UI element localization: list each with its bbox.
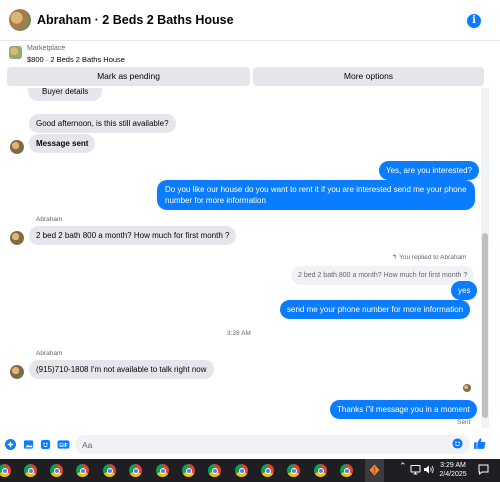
avatar — [10, 365, 24, 379]
chrome-icon[interactable] — [261, 464, 274, 477]
conversation-title[interactable]: Abraham · 2 Beds 2 Baths House — [37, 13, 234, 27]
chrome-icon[interactable] — [340, 464, 353, 477]
message-thread[interactable]: Buyer details Good afternoon, is this st… — [0, 88, 480, 428]
message-incoming: Good afternoon, is this still available? — [29, 114, 176, 133]
app-icon — [369, 464, 380, 476]
chrome-icon[interactable] — [103, 464, 116, 477]
gif-icon[interactable]: GIF — [57, 439, 70, 450]
buyer-details-button[interactable]: Buyer details — [28, 88, 103, 101]
chrome-icon[interactable] — [182, 464, 195, 477]
message-incoming: Message sent — [29, 134, 96, 153]
listing-thumbnail — [9, 46, 22, 59]
thread-scrollbar[interactable] — [481, 88, 489, 428]
chrome-icon[interactable] — [314, 464, 327, 477]
marketplace-listing[interactable]: Marketplace $800 · 2 Beds 2 Baths House — [0, 41, 500, 66]
sender-name: Abraham — [36, 216, 63, 223]
network-icon[interactable] — [410, 464, 421, 475]
chrome-icon[interactable] — [76, 464, 89, 477]
avatar — [10, 140, 24, 154]
avatar[interactable] — [9, 9, 31, 31]
system-clock[interactable]: 3:29 AM 2/4/2025 — [433, 461, 473, 479]
listing-title: $800 · 2 Beds 2 Baths House — [27, 55, 125, 64]
message-outgoing: yes — [451, 281, 478, 300]
like-icon[interactable] — [473, 437, 486, 450]
composer: GIF — [0, 430, 500, 458]
info-icon[interactable]: i — [467, 14, 481, 28]
mark-as-pending-button[interactable]: Mark as pending — [7, 67, 250, 86]
message-outgoing: send me your phone number for more infor… — [280, 300, 471, 319]
message-outgoing: Do you like our house do you want to ren… — [157, 180, 475, 210]
message-status: Sent — [457, 419, 471, 426]
conversation-header: Abraham · 2 Beds 2 Baths House i — [0, 0, 500, 41]
plus-icon[interactable] — [5, 439, 16, 450]
message-input[interactable] — [75, 435, 470, 454]
chrome-icon[interactable] — [208, 464, 221, 477]
scrollbar-thumb[interactable] — [482, 233, 488, 418]
reply-quote: 2 bed 2 bath 800 a month? How much for f… — [291, 266, 475, 285]
message-incoming: 2 bed 2 bath 800 a month? How much for f… — [29, 226, 237, 245]
photo-icon[interactable] — [23, 439, 34, 450]
sticker-icon[interactable] — [40, 439, 51, 450]
clock-time: 3:29 AM — [440, 462, 466, 469]
chrome-icon[interactable] — [24, 464, 37, 477]
timestamp: 3:28 AM — [227, 330, 251, 337]
message-outgoing: Thanks i"il message you in a moment — [330, 400, 477, 419]
svg-text:GIF: GIF — [59, 443, 67, 449]
chrome-icon[interactable] — [287, 464, 300, 477]
chrome-icon[interactable] — [156, 464, 169, 477]
message-incoming: (915)710-1808 I'm not available to talk … — [29, 360, 214, 379]
replied-to-label: ↰ You replied to Abraham — [392, 254, 467, 261]
notification-icon[interactable] — [478, 464, 489, 475]
chrome-icon[interactable] — [235, 464, 248, 477]
chrome-icon[interactable] — [50, 464, 63, 477]
sender-name: Abraham — [36, 350, 63, 357]
clock-date: 2/4/2025 — [439, 471, 467, 478]
seen-avatar — [463, 384, 471, 392]
chevron-up-icon[interactable]: ⌃ — [399, 461, 407, 472]
chrome-icon[interactable] — [129, 464, 142, 477]
marketplace-label: Marketplace — [27, 45, 66, 52]
more-options-button[interactable]: More options — [253, 67, 484, 86]
emoji-icon[interactable] — [452, 438, 463, 449]
avatar — [10, 231, 24, 245]
message-outgoing: Yes, are you interested? — [379, 161, 479, 180]
